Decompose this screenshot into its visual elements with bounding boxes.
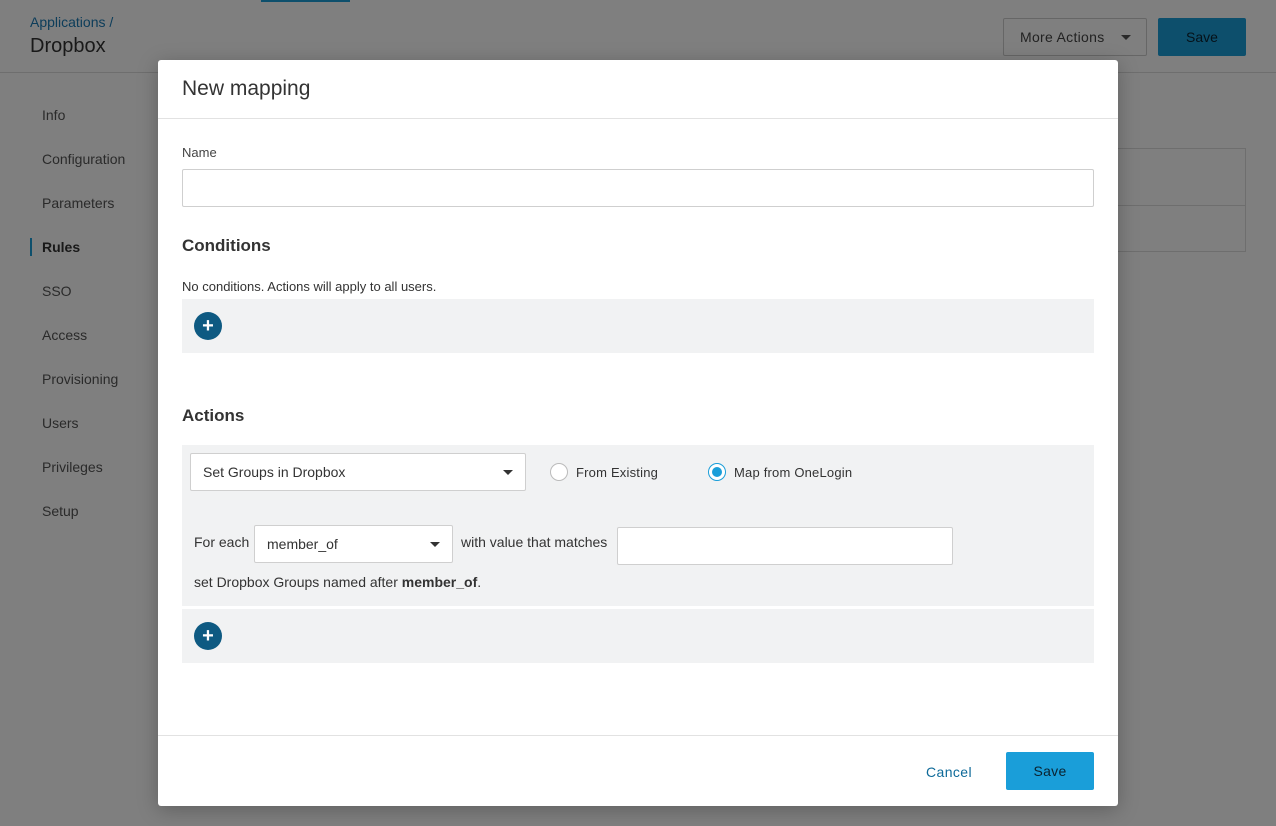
action-select[interactable]: Set Groups in Dropbox	[190, 453, 526, 491]
add-condition-button[interactable]: +	[194, 312, 222, 340]
name-input[interactable]	[182, 169, 1094, 207]
radio-from-existing-label: From Existing	[576, 464, 659, 480]
attribute-select[interactable]: member_of	[254, 525, 453, 563]
plus-icon: +	[202, 625, 214, 647]
with-value-label: with value that matches	[461, 534, 608, 550]
for-each-label: For each	[194, 534, 250, 550]
dialog-title: New mapping	[182, 77, 311, 100]
new-mapping-dialog: New mapping Name Conditions No condition…	[158, 60, 1118, 806]
save-button[interactable]: Save	[1006, 752, 1094, 790]
conditions-note: No conditions. Actions will apply to all…	[182, 279, 437, 294]
chevron-down-icon	[430, 542, 440, 547]
dialog-footer: Cancel Save	[158, 735, 1118, 806]
mapping-summary: set Dropbox Groups named after member_of…	[194, 574, 481, 590]
conditions-heading: Conditions	[182, 236, 271, 255]
cancel-button[interactable]: Cancel	[926, 764, 972, 780]
dialog-header: New mapping	[158, 60, 1118, 119]
action-select-value: Set Groups in Dropbox	[203, 464, 346, 480]
radio-circle-checked[interactable]	[708, 463, 726, 481]
match-value-input[interactable]	[617, 527, 953, 565]
plus-icon: +	[202, 315, 214, 337]
actions-heading: Actions	[182, 406, 245, 425]
action-row-panel: Set Groups in Dropbox From Existing Map …	[182, 445, 1094, 606]
add-action-button[interactable]: +	[194, 622, 222, 650]
conditions-panel: +	[182, 299, 1094, 353]
summary-attribute: member_of	[401, 574, 478, 590]
actions-add-panel: +	[182, 609, 1094, 663]
attribute-select-value: member_of	[267, 536, 338, 552]
chevron-down-icon	[503, 470, 513, 475]
radio-from-existing[interactable]: From Existing	[550, 463, 658, 481]
summary-text: set Dropbox Groups named after	[194, 574, 402, 590]
summary-period: .	[477, 574, 482, 590]
radio-circle-unchecked[interactable]	[550, 463, 568, 481]
name-label: Name	[182, 145, 217, 160]
radio-map-from-onelogin-label: Map from OneLogin	[734, 464, 853, 480]
radio-map-from-onelogin[interactable]: Map from OneLogin	[708, 463, 852, 481]
